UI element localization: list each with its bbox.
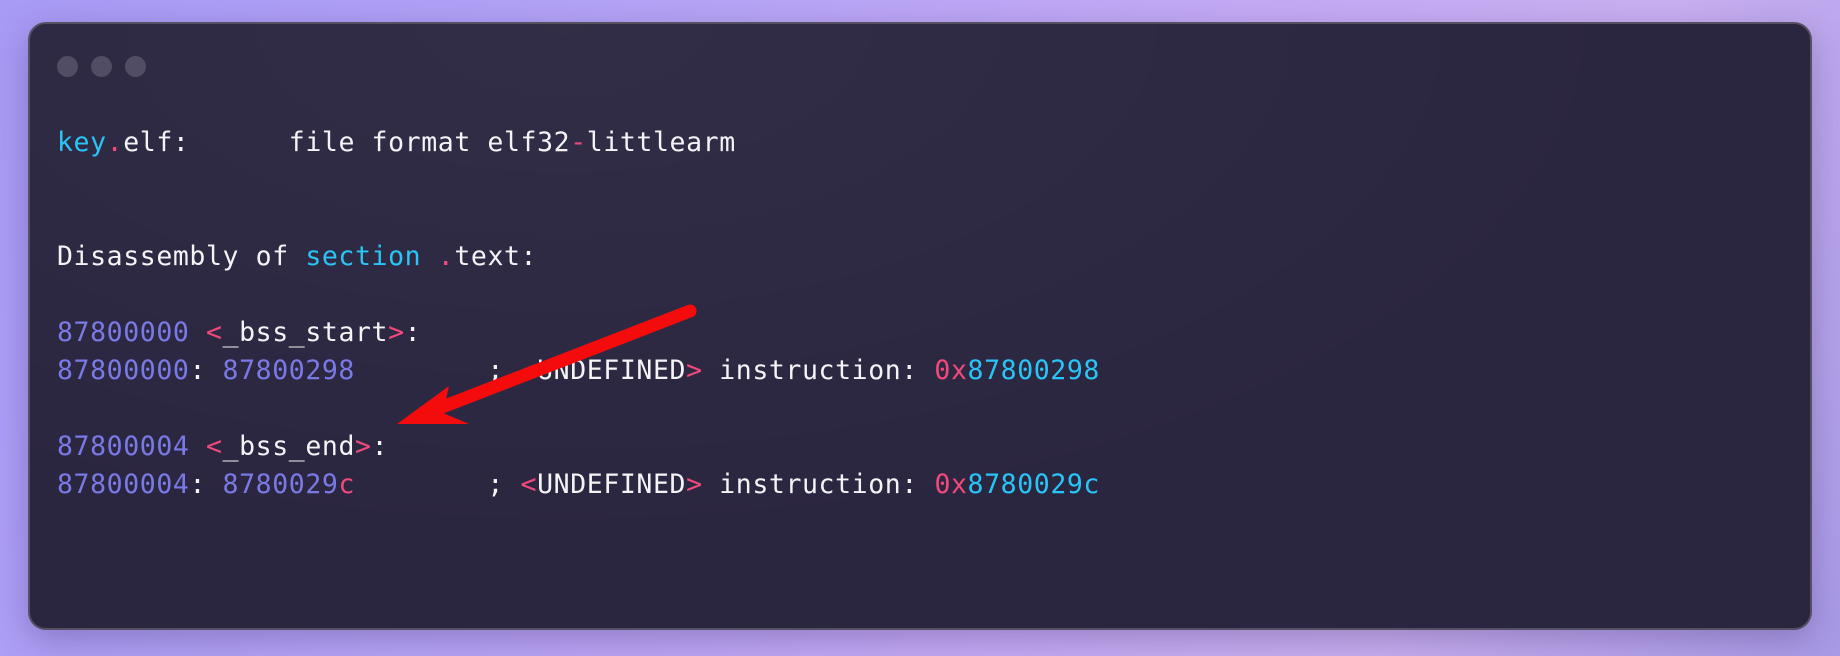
token-white bbox=[421, 241, 438, 272]
token-cyan: section bbox=[305, 241, 422, 272]
close-dot[interactable] bbox=[57, 56, 78, 77]
token-cyan: key bbox=[57, 127, 107, 158]
token-pink: 0x bbox=[934, 469, 968, 500]
token-purple: 87800000 bbox=[57, 355, 190, 386]
token-pink: . bbox=[106, 127, 124, 158]
token-purple: 87800000 bbox=[57, 317, 206, 348]
token-purple: 87800298 bbox=[222, 355, 355, 386]
token-white: elf: bbox=[123, 127, 190, 158]
window-titlebar bbox=[57, 56, 146, 77]
token-white: instruction: bbox=[702, 469, 935, 500]
token-white: UNDEFINED bbox=[537, 355, 687, 386]
line-file-format: key.elf: file format elf32-littlearm bbox=[57, 124, 1810, 162]
token-white: UNDEFINED bbox=[537, 469, 687, 500]
line-bss-end-symbol: 87800004 <_bss_end>: bbox=[57, 428, 1810, 466]
line-blank-3 bbox=[57, 276, 1810, 314]
line-bss-end-instruction: 87800004: 8780029c ; <UNDEFINED> instruc… bbox=[57, 466, 1810, 504]
token-purple: 87800004 bbox=[57, 431, 206, 462]
token-purple: 8780029 bbox=[222, 469, 339, 500]
terminal-window: key.elf: file format elf32-littlearm Dis… bbox=[28, 22, 1812, 630]
token-pink: > bbox=[388, 317, 405, 348]
token-white: _bss_start bbox=[222, 317, 389, 348]
line-blank-2 bbox=[57, 200, 1810, 238]
token-cyan: 8780029c bbox=[967, 469, 1100, 500]
line-disassembly-header: Disassembly of section .text: bbox=[57, 238, 1810, 276]
token-white: : bbox=[404, 317, 422, 348]
token-white: ; bbox=[354, 355, 521, 386]
token-white: : bbox=[189, 469, 223, 500]
token-white: ; bbox=[355, 469, 521, 500]
token-white: text: bbox=[454, 241, 538, 272]
line-bss-start-symbol: 87800000 <_bss_start>: bbox=[57, 314, 1810, 352]
token-pink: > bbox=[686, 469, 703, 500]
token-pink: . bbox=[437, 241, 455, 272]
line-blank-4 bbox=[57, 390, 1810, 428]
token-pink: > bbox=[686, 355, 703, 386]
minimize-dot[interactable] bbox=[91, 56, 112, 77]
token-purple: 87800004 bbox=[57, 469, 190, 500]
token-pink: 0x bbox=[934, 355, 968, 386]
token-white: _bss_end bbox=[222, 431, 355, 462]
token-white: : bbox=[189, 355, 223, 386]
token-white: file format elf32 bbox=[189, 127, 571, 158]
token-pink: < bbox=[520, 355, 538, 386]
token-white: instruction: bbox=[702, 355, 935, 386]
token-pink: > bbox=[355, 431, 372, 462]
token-pink: c bbox=[338, 469, 355, 500]
token-pink: < bbox=[206, 431, 223, 462]
token-pink: < bbox=[206, 317, 223, 348]
token-pink: - bbox=[570, 127, 587, 158]
token-white: Disassembly of bbox=[57, 241, 306, 272]
token-pink: < bbox=[520, 469, 538, 500]
token-cyan: 87800298 bbox=[967, 355, 1100, 386]
terminal-output[interactable]: key.elf: file format elf32-littlearm Dis… bbox=[30, 24, 1810, 628]
line-bss-start-instruction: 87800000: 87800298 ; <UNDEFINED> instruc… bbox=[57, 352, 1810, 390]
line-blank-1 bbox=[57, 162, 1810, 200]
maximize-dot[interactable] bbox=[125, 56, 146, 77]
token-white: littlearm bbox=[586, 127, 736, 158]
token-white: : bbox=[371, 431, 389, 462]
